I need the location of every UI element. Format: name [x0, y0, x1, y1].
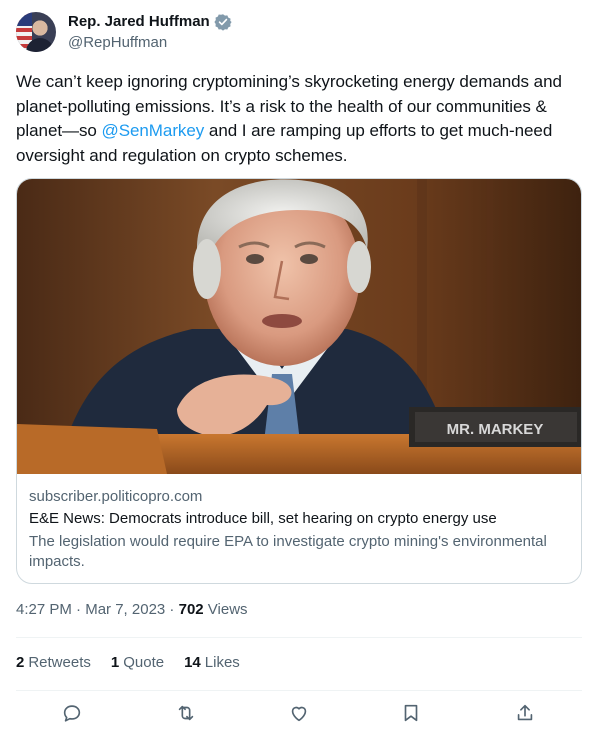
author-name[interactable]: Rep. Jared Huffman — [68, 13, 210, 31]
card-domain[interactable]: subscriber.politicopro.com — [29, 487, 574, 506]
views-count: 702 — [178, 601, 204, 618]
author-handle[interactable]: @RepHuffman — [68, 33, 232, 53]
like-icon[interactable] — [288, 702, 312, 726]
divider — [16, 690, 582, 691]
likes-count: 14 — [184, 654, 201, 671]
share-icon[interactable] — [514, 702, 538, 726]
divider — [16, 637, 582, 638]
retweets-count: 2 — [16, 654, 25, 671]
quotes-stat[interactable]: 1 Quote — [111, 653, 164, 673]
separator: · — [71, 601, 86, 618]
likes-label: Likes — [204, 654, 240, 671]
nameplate-text: MR. MARKEY — [447, 421, 544, 438]
views-label: Views — [203, 601, 248, 618]
quotes-label: Quote — [123, 654, 165, 671]
retweet-icon[interactable] — [175, 702, 199, 726]
tweet-time[interactable]: 4:27 PM — [16, 601, 72, 618]
reply-icon[interactable] — [61, 702, 85, 726]
card-meta: subscriber.politicopro.com E&E News: Dem… — [29, 487, 574, 572]
author-name-row: Rep. Jared Huffman — [68, 13, 232, 31]
card-title[interactable]: E&E News: Democrats introduce bill, set … — [29, 509, 574, 529]
quotes-count: 1 — [110, 654, 120, 671]
avatar[interactable] — [16, 12, 56, 52]
likes-stat[interactable]: 14 Likes — [184, 653, 240, 673]
link-card[interactable]: MR. MARKEY subscriber.politicopro.com E&… — [16, 178, 582, 584]
tweet-timestamp: 4:27 PM · Mar 7, 2023 · 702 Views — [16, 600, 248, 620]
author-info: Rep. Jared Huffman @RepHuffman — [68, 13, 232, 53]
mention-link[interactable]: @SenMarkey — [102, 121, 205, 140]
tweet-date[interactable]: Mar 7, 2023 — [85, 601, 165, 618]
retweets-label: Retweets — [28, 654, 91, 671]
separator: · — [165, 601, 179, 618]
tweet-header: Rep. Jared Huffman @RepHuffman — [16, 12, 232, 53]
engagement-stats: 2 Retweets 1 Quote 14 Likes — [16, 653, 260, 673]
card-description: The legislation would require EPA to inv… — [29, 533, 547, 570]
card-image[interactable]: MR. MARKEY — [17, 179, 581, 474]
tweet-text: We can’t keep ignoring cryptomining’s sk… — [16, 70, 586, 168]
action-bar — [0, 702, 598, 728]
bookmark-icon[interactable] — [400, 702, 424, 726]
verified-badge-icon[interactable] — [214, 13, 232, 31]
retweets-stat[interactable]: 2 Retweets — [16, 653, 91, 673]
